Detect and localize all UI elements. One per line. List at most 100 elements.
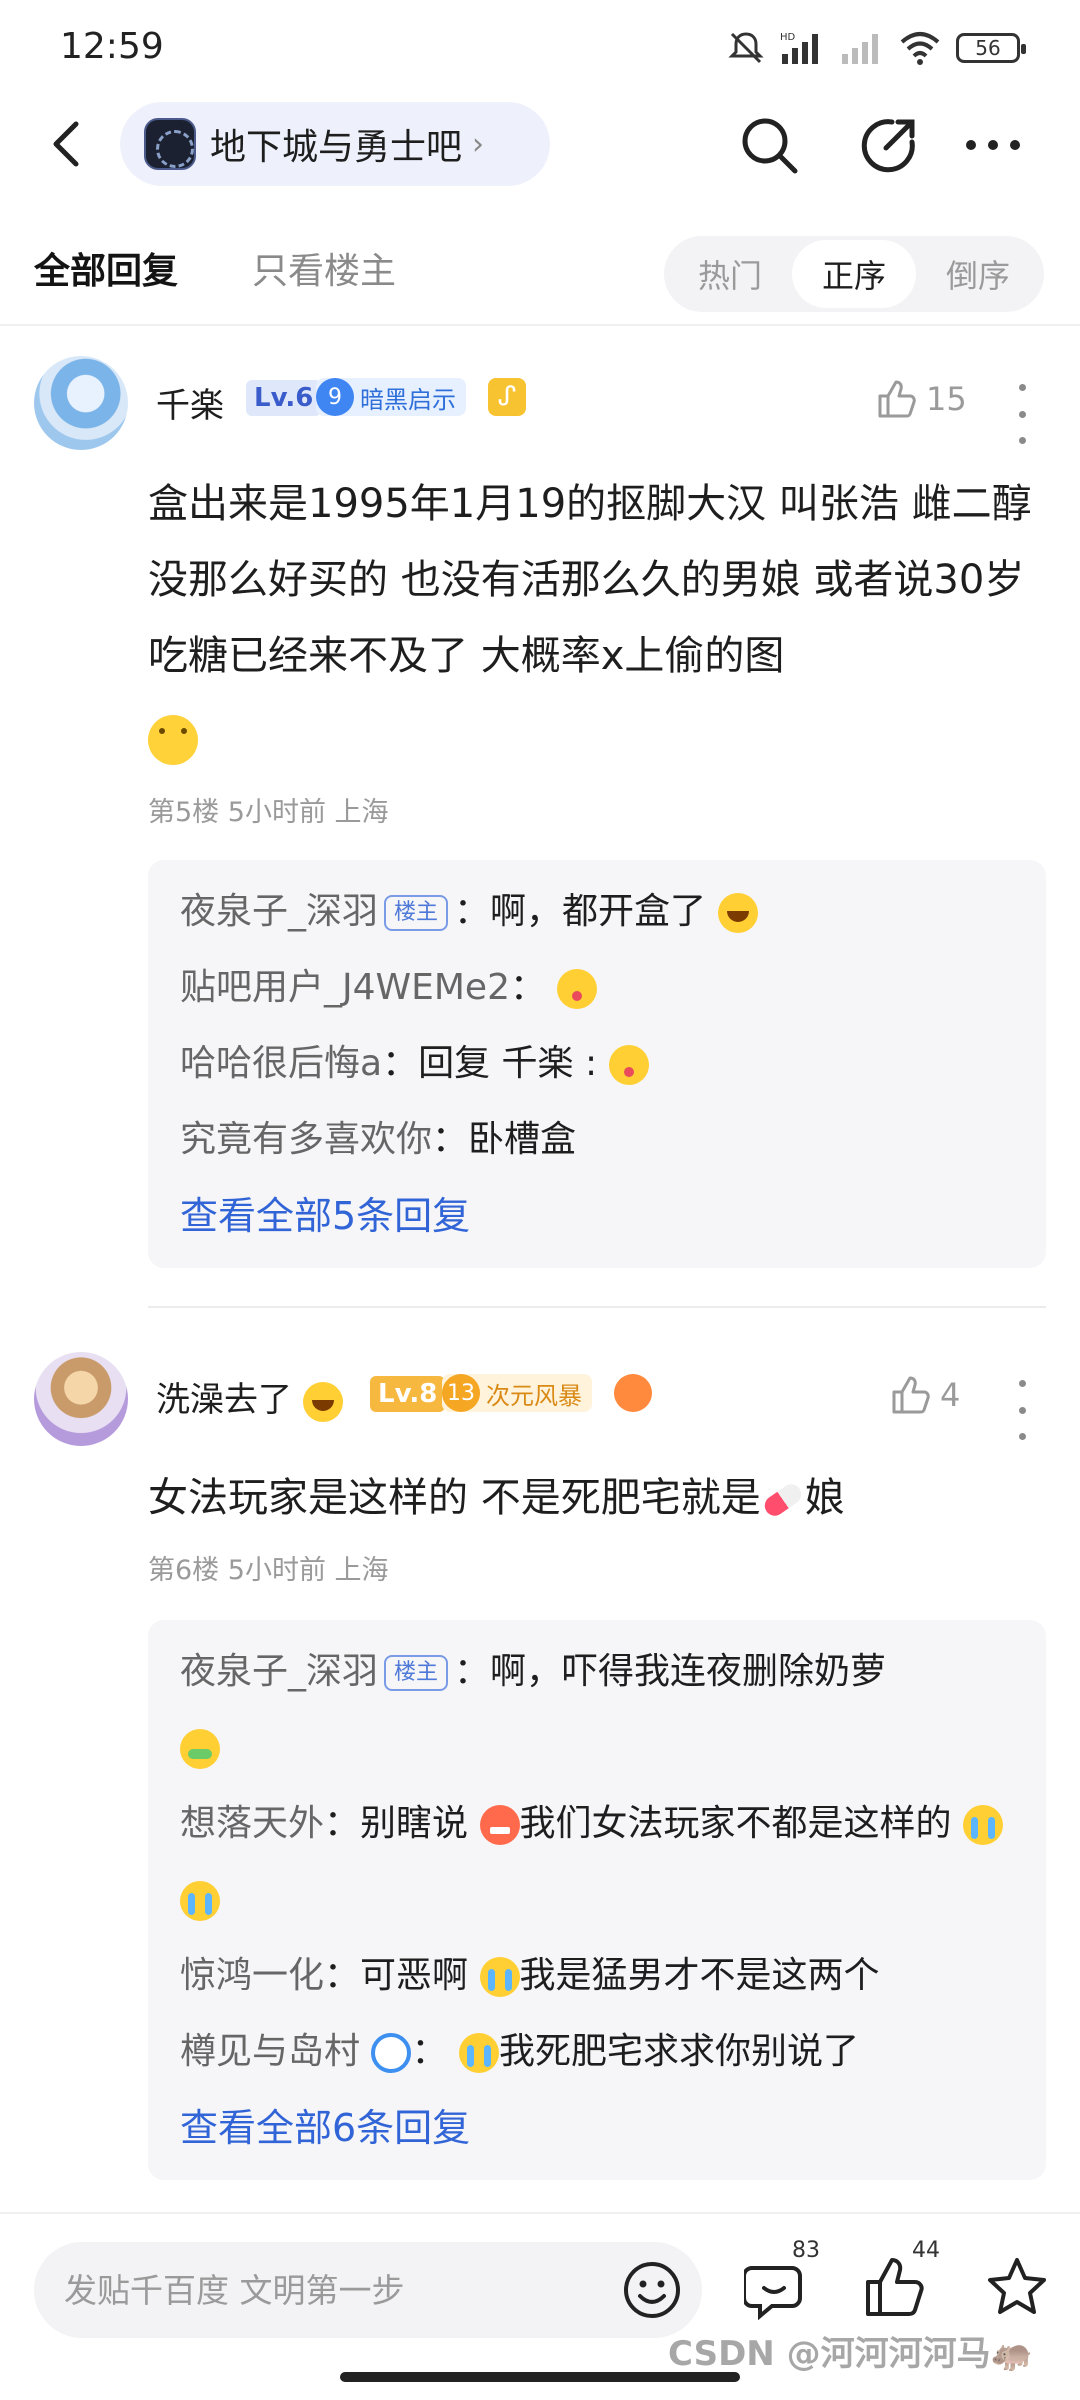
back-arrow-icon	[53, 121, 79, 167]
like-thread-button[interactable]	[862, 2254, 932, 2324]
smiley-icon	[624, 2262, 680, 2318]
sort-hot-button[interactable]: 热门	[668, 240, 792, 308]
like-count: 44	[912, 2238, 940, 2263]
post-meta: 第5楼 5小时前 上海	[148, 797, 389, 828]
like-button[interactable]: 15	[876, 378, 967, 420]
forum-pill[interactable]: 地下城与勇士吧 ›	[120, 102, 550, 186]
reply-box[interactable]: 夜泉子_深羽 楼主 ：啊，都开盒了 贴吧用户_J4WEMe2： 哈哈很后悔a：回复 …	[148, 860, 1046, 1268]
cry-emoji-icon	[180, 1881, 220, 1921]
op-tag: 楼主	[384, 895, 449, 931]
badge-text: 次元风暴	[486, 1381, 582, 1410]
reply-text: 可恶啊	[360, 1955, 469, 1996]
more-horizontal-icon	[966, 140, 1020, 150]
reply-author[interactable]: 夜泉子_深羽	[180, 1651, 378, 1692]
thumb-up-icon	[866, 2258, 924, 2316]
thumb-up-icon	[878, 380, 916, 418]
status-icons: HD 56	[726, 30, 1026, 66]
emoji-picker-button[interactable]	[622, 2260, 682, 2320]
forum-name: 地下城与勇士吧	[210, 127, 463, 168]
wifi-icon	[900, 32, 940, 65]
reply-item[interactable]: 贴吧用户_J4WEMe2：	[180, 950, 1014, 1026]
reply-input-container[interactable]	[34, 2242, 702, 2338]
post-content: 女法玩家是这样的 不是死肥宅就是娘	[148, 1460, 1038, 1536]
kiss-emoji-icon	[608, 1045, 649, 1085]
reply-author[interactable]: 夜泉子_深羽	[180, 891, 378, 932]
thumb-up-icon	[892, 1376, 930, 1414]
swirl-emoji-icon	[371, 2033, 412, 2073]
view-all-replies-link[interactable]: 查看全部5条回复	[180, 1178, 1014, 1254]
comments-button[interactable]	[742, 2254, 814, 2324]
smile-emoji-icon	[148, 715, 198, 765]
laugh-emoji-icon	[302, 1381, 343, 1422]
pill-emoji-icon	[760, 1480, 805, 1520]
angry-emoji-icon	[479, 1805, 520, 1845]
back-button[interactable]	[40, 114, 100, 174]
post-more-button[interactable]	[1012, 1380, 1032, 1440]
favorite-button[interactable]	[984, 2254, 1054, 2324]
avatar[interactable]	[34, 356, 128, 450]
star-icon	[988, 2258, 1046, 2314]
reply-author[interactable]: 惊鸿一化	[180, 1955, 324, 1996]
home-indicator[interactable]	[340, 2372, 740, 2382]
view-all-replies-link[interactable]: 查看全部6条回复	[180, 2090, 1014, 2166]
like-button[interactable]: 4	[890, 1374, 960, 1416]
sick-emoji-icon	[180, 1729, 220, 1769]
reply-text: 回复 千楽 :	[418, 1043, 598, 1084]
post-meta: 第6楼 5小时前 上海	[148, 1555, 389, 1586]
svg-text:HD: HD	[780, 32, 796, 43]
sort-ascending-button[interactable]: 正序	[792, 240, 916, 308]
reply-author[interactable]: 想落天外	[180, 1803, 324, 1844]
post-text: 盒出来是1995年1月19的抠脚大汉 叫张浩 雌二醇没那么好买的 也没有活那么久…	[148, 481, 1032, 679]
reply-item[interactable]: 哈哈很后悔a：回复 千楽 :	[180, 1026, 1014, 1102]
reply-input[interactable]	[64, 2260, 584, 2320]
reply-text: 啊，都开盒了	[490, 891, 707, 932]
badge-number: 13	[442, 1374, 480, 1412]
cry-emoji-icon	[479, 1957, 520, 1997]
mute-icon	[728, 32, 764, 64]
reply-item[interactable]: 樽见与岛村 ： 我死肥宅求求你别说了	[180, 2014, 1014, 2090]
status-bar: 12:59 HD 56	[0, 0, 1080, 90]
reply-author[interactable]: 樽见与岛村	[180, 2031, 360, 2072]
reply-text-cont: 我是猛男才不是这两个	[519, 1955, 880, 1996]
post-more-button[interactable]	[1012, 384, 1032, 444]
fire-face-icon	[614, 1374, 652, 1412]
reply-author[interactable]: 贴吧用户_J4WEMe2	[180, 967, 510, 1008]
post-username[interactable]: 洗澡去了	[156, 1372, 343, 1422]
reply-item[interactable]: 夜泉子_深羽 楼主 ：啊，都开盒了	[180, 874, 1014, 950]
watermark: CSDN @河河河河马🦛	[668, 2334, 1033, 2374]
reply-author[interactable]: 哈哈很后悔a	[180, 1043, 382, 1084]
forum-avatar	[144, 118, 196, 170]
tab-only-op[interactable]: 只看楼主	[252, 242, 396, 294]
title-badge: 13 次元风暴	[442, 1374, 592, 1412]
share-button[interactable]	[854, 110, 924, 180]
reply-author[interactable]: 究竟有多喜欢你	[180, 1119, 432, 1160]
reply-item[interactable]: 想落天外：别瞎说 我们女法玩家不都是这样的	[180, 1786, 1014, 1938]
status-time: 12:59	[60, 26, 164, 67]
reply-text: 卧槽盒	[468, 1119, 577, 1160]
sort-descending-button[interactable]: 倒序	[916, 240, 1040, 308]
tabs-bar: 全部回复 只看楼主 热门 正序 倒序	[0, 228, 1080, 326]
search-button[interactable]	[734, 110, 804, 180]
level-badge: Lv.8	[370, 1376, 446, 1412]
reply-box[interactable]: 夜泉子_深羽 楼主 ：啊，吓得我连夜删除奶萝 想落天外：别瞎说 我们女法玩家不都是这…	[148, 1620, 1046, 2180]
share-icon	[861, 119, 915, 173]
avatar[interactable]	[34, 1352, 128, 1446]
reply-text: 我死肥宅求求你别说了	[498, 2031, 859, 2072]
more-button[interactable]	[958, 110, 1028, 180]
search-icon	[742, 118, 798, 174]
battery-icon: 56	[956, 33, 1026, 63]
reply-item[interactable]: 惊鸿一化：可恶啊 我是猛男才不是这两个	[180, 1938, 1014, 2014]
kiss-emoji-icon	[557, 969, 598, 1009]
cry-emoji-icon	[962, 1805, 1003, 1845]
post-username[interactable]: 千楽	[156, 378, 224, 427]
sort-toggle-group: 热门 正序 倒序	[664, 236, 1044, 312]
chevron-right-icon: ›	[472, 126, 485, 162]
member-icon: ᔑ	[488, 378, 526, 416]
post-divider	[148, 1306, 1046, 1308]
reply-text-cont: 我们女法玩家不都是这样的	[519, 1803, 952, 1844]
tab-all-replies[interactable]: 全部回复	[34, 242, 178, 294]
comment-icon	[742, 2266, 802, 2321]
reply-item[interactable]: 究竟有多喜欢你：卧槽盒	[180, 1102, 1014, 1178]
reply-item[interactable]: 夜泉子_深羽 楼主 ：啊，吓得我连夜删除奶萝	[180, 1634, 1014, 1786]
comment-count: 83	[792, 2238, 820, 2263]
